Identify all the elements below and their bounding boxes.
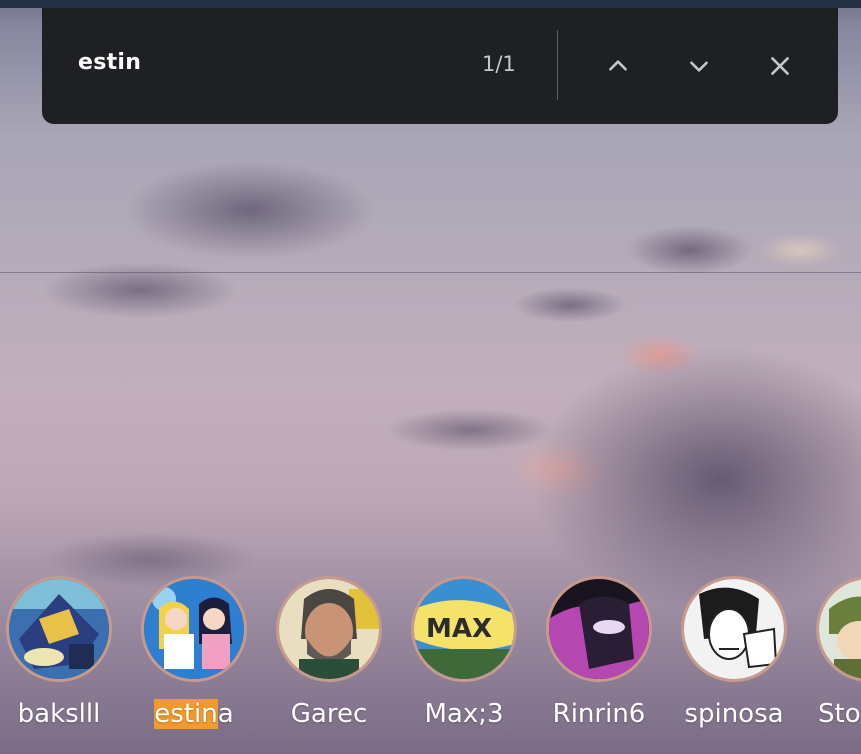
avatar[interactable]	[546, 576, 652, 682]
browser-top-strip	[0, 0, 861, 22]
story-name: spinosa	[684, 699, 784, 729]
close-find-button[interactable]	[760, 46, 800, 86]
story-name: Sto	[818, 699, 861, 729]
search-highlight: estin	[154, 699, 218, 729]
avatar-image	[819, 579, 861, 679]
story-name: Rinrin6	[552, 699, 646, 729]
story-name: Garec	[290, 699, 368, 729]
story-item[interactable]: Rinrin6	[544, 576, 654, 729]
avatar-image	[684, 579, 784, 679]
avatar-image	[144, 579, 244, 679]
avatar-image	[549, 579, 649, 679]
chevron-down-icon	[690, 61, 708, 72]
divider	[557, 30, 558, 100]
next-match-button[interactable]	[679, 46, 719, 86]
close-icon	[771, 57, 789, 75]
story-name: estina	[154, 699, 234, 729]
chevron-up-icon	[609, 60, 627, 71]
stories-row: bakslll estina Garec MAX Max;3 Rinrin6 s…	[0, 576, 861, 754]
avatar[interactable]	[6, 576, 112, 682]
background-line	[0, 272, 861, 273]
avatar-image	[279, 579, 379, 679]
previous-match-button[interactable]	[598, 46, 638, 86]
story-item[interactable]: bakslll	[4, 576, 114, 729]
story-item[interactable]: spinosa	[679, 576, 789, 729]
find-in-page-bar: estin 1/1	[42, 8, 838, 124]
story-item[interactable]: MAX Max;3	[409, 576, 519, 729]
avatar[interactable]	[816, 576, 861, 682]
avatar[interactable]	[276, 576, 382, 682]
avatar[interactable]	[681, 576, 787, 682]
story-item[interactable]: estina	[139, 576, 249, 729]
story-name: bakslll	[17, 699, 101, 729]
story-name: Max;3	[424, 699, 504, 729]
avatar[interactable]: MAX	[411, 576, 517, 682]
story-item[interactable]: Garec	[274, 576, 384, 729]
find-input[interactable]: estin	[78, 50, 141, 75]
svg-text:MAX: MAX	[426, 614, 492, 644]
match-count: 1/1	[482, 52, 516, 76]
avatar-image	[9, 579, 109, 679]
story-item[interactable]: Sto	[814, 576, 861, 729]
avatar-image: MAX	[414, 579, 514, 679]
avatar[interactable]	[141, 576, 247, 682]
